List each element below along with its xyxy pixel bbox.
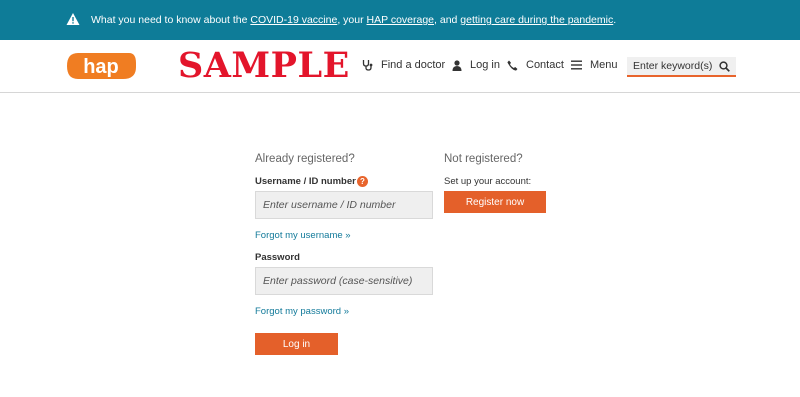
nav-contact[interactable]: Contact (507, 59, 564, 71)
forgot-password-link[interactable]: Forgot my password » (255, 306, 349, 317)
nav-login-label: Log in (470, 59, 500, 71)
search-input[interactable] (627, 57, 715, 75)
phone-icon (507, 60, 518, 71)
already-registered-heading: Already registered? (255, 153, 355, 165)
header-search (627, 57, 736, 77)
login-button[interactable]: Log in (255, 333, 338, 355)
hap-logo[interactable]: hap (66, 51, 137, 81)
nav-menu-label: Menu (590, 59, 618, 71)
password-label: Password (255, 252, 300, 263)
site-header: hap SAMPLE Find a doctor Log in Contact … (0, 40, 800, 93)
help-icon[interactable]: ? (357, 176, 368, 187)
hap-coverage-link[interactable]: HAP coverage (367, 14, 435, 26)
nav-contact-label: Contact (526, 59, 564, 71)
covid-vaccine-link[interactable]: COVID-19 vaccine (250, 14, 337, 26)
username-input[interactable] (255, 191, 433, 219)
password-input[interactable] (255, 267, 433, 295)
alert-separator: , and (434, 14, 461, 26)
hap-logo-text: hap (83, 56, 119, 78)
setup-account-label: Set up your account: (444, 176, 532, 187)
nav-login[interactable]: Log in (452, 59, 500, 71)
alert-banner: What you need to know about the COVID-19… (0, 0, 800, 40)
warning-icon (66, 13, 80, 25)
alert-separator: , your (337, 14, 367, 26)
username-label: Username / ID number (255, 176, 356, 187)
nav-find-doctor-label: Find a doctor (381, 59, 446, 71)
alert-prefix: What you need to know about the (91, 14, 251, 26)
pandemic-care-link[interactable]: getting care during the pandemic (460, 14, 613, 26)
nav-menu[interactable]: Menu (571, 59, 618, 71)
alert-message: What you need to know about the COVID-19… (91, 13, 616, 27)
alert-suffix: . (613, 14, 617, 26)
register-now-button[interactable]: Register now (444, 191, 546, 213)
hamburger-menu-icon (571, 60, 582, 70)
stethoscope-icon (362, 60, 373, 71)
not-registered-heading: Not registered? (444, 153, 523, 165)
user-icon (452, 59, 462, 71)
search-icon[interactable] (719, 61, 730, 72)
forgot-username-link[interactable]: Forgot my username » (255, 230, 351, 241)
sample-watermark: SAMPLE (178, 45, 350, 86)
nav-find-doctor[interactable]: Find a doctor (362, 59, 445, 71)
